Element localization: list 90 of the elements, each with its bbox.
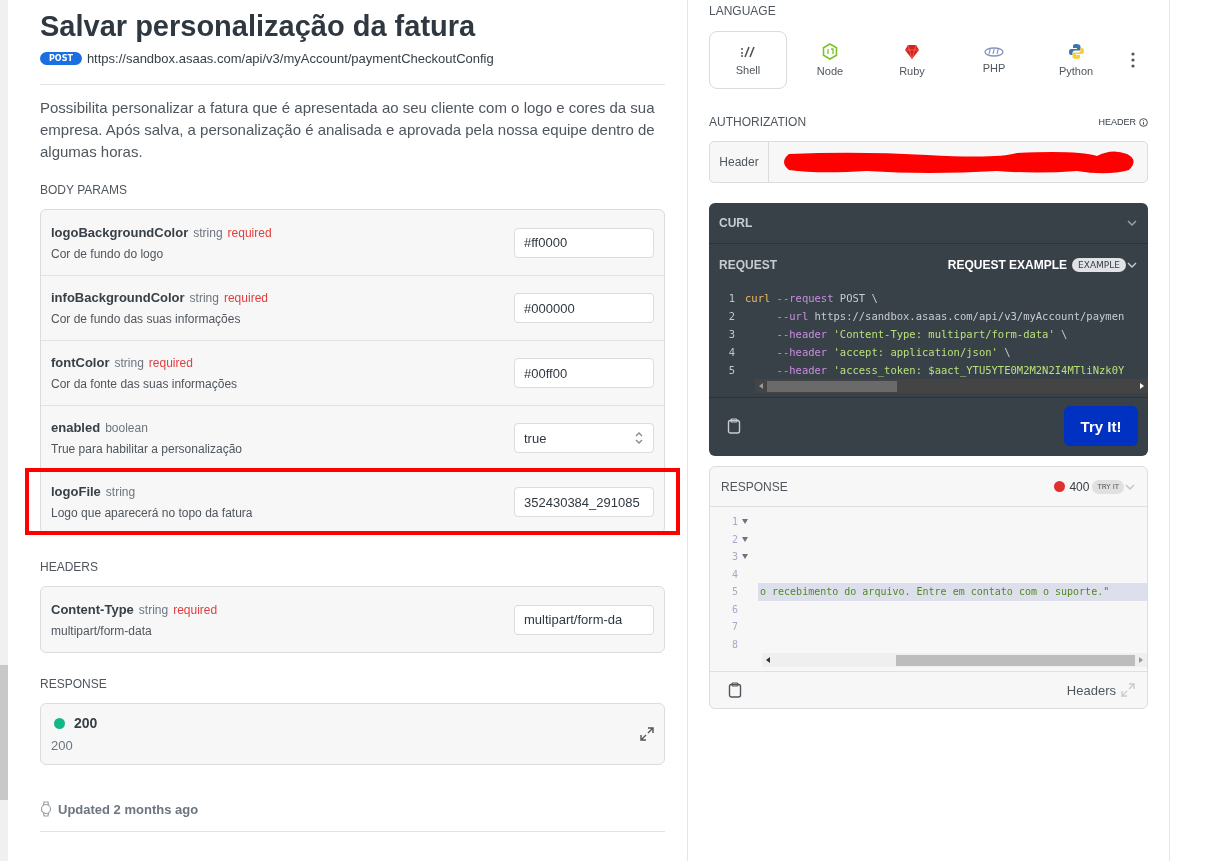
line-number: 1 [730,516,739,528]
param-type: string [193,225,223,240]
line-number: 5 [730,586,739,598]
copy-button[interactable] [728,682,742,698]
param-type: string [114,356,144,370]
line-number: 7 [730,621,739,633]
scrollbar-thumb[interactable] [0,665,8,800]
fold-icon[interactable] [742,519,748,525]
method-badge: POST [40,52,82,65]
status-code: 200 [74,715,98,731]
watch-icon [40,801,52,817]
hexagon-icon [822,43,838,60]
code-line: curl --request POST \ [745,292,878,304]
required-label: required [148,356,193,370]
param-description: Logo que aparecerá no topo da fatura [51,506,253,520]
gem-icon [904,43,920,60]
language-tab[interactable]: Shell [709,31,787,89]
param-name: fontColor [51,355,110,370]
slashes-icon [739,44,757,59]
try-it-button[interactable]: Try It! [1064,406,1138,446]
section-heading: RESPONSE [40,677,108,691]
line-number: 3 [727,328,736,340]
line-number: 3 [730,551,739,563]
expand-icon [640,727,654,741]
select-field[interactable]: true [514,423,654,453]
input-field[interactable]: #ff0000 [514,227,654,258]
section-heading: LANGUAGE [709,4,777,18]
updated-text: Updated 2 months ago [58,801,199,817]
php-icon [984,46,1004,57]
clipboard-icon [728,682,742,698]
param-type: boolean [105,421,148,435]
status-description: 200 [51,738,74,753]
code-line: o recebimento do arquivo. Entre em contato com o suporte." [760,586,1110,598]
param-description: True para habilitar a personalização [51,442,242,456]
section-heading: AUTHORIZATION [709,115,807,129]
panel-title: CURL [719,216,753,230]
required-label: required [227,225,272,240]
code-line: --header 'accept: application/json' \ [775,346,1011,358]
headers-button[interactable]: Headers [1066,682,1135,698]
info-icon [1139,117,1148,127]
expand-icon [1121,683,1135,697]
param-type: string [105,485,136,499]
param-type: string [138,602,169,617]
param-name: logoFile [51,484,101,499]
line-number: 1 [727,292,736,304]
horizontal-scrollbar[interactable] [762,653,1147,667]
line-number: 2 [727,310,736,322]
section-heading: HEADERS [40,560,99,574]
horizontal-scrollbar[interactable] [755,379,1148,393]
input-field[interactable]: multipart/form-da [514,604,654,635]
input-field[interactable]: #000000 [514,293,654,323]
input-field[interactable]: #00ff00 [514,358,654,388]
status-code: 400 [1069,479,1090,494]
clipboard-icon [727,418,741,434]
panel-label: REQUEST [719,257,777,272]
input-field[interactable]: 352430384_291085 [514,487,654,517]
response-card[interactable]: 200 200 [40,703,665,765]
panel-title: RESPONSE [721,479,788,494]
example-title: REQUEST EXAMPLE [947,257,1068,272]
line-number: 2 [730,533,739,545]
auth-type: HEADER [1098,117,1148,127]
section-heading: BODY PARAMS [40,183,128,197]
param-name: enabled [51,420,101,435]
param-type: string [189,291,219,305]
example-badge: EXAMPLE [1072,257,1126,272]
param-name: infoBackgroundColor [51,290,185,305]
description: Possibilita personalizar a fatura que é apresentada ao seu cliente com o logo e cores da sua empresa. Após salva, a personalização é analisada e aprovada pela nossa equipe dentro de algumas horas. [40,98,656,162]
required-label: required [223,291,268,305]
header-field[interactable]: Header [709,141,1148,183]
param-description: multipart/form-data [51,623,153,638]
param-description: Cor da fonte das suas informações [51,377,238,391]
fold-icon[interactable] [742,536,748,542]
snake-icon [1067,43,1085,60]
code-line: --url https://sandbox.asaas.com/api/v3/myAccount/paymen [775,310,1125,322]
param-name: Content-Type [51,601,134,617]
code-line: --header 'access_token: $aact_YTU5YTE0M2M2N2I4MTliNzk0Y [775,364,1125,376]
param-description: Cor de fundo do logo [51,246,165,261]
param-name: logoBackgroundColor [51,224,189,240]
line-number: 6 [730,603,739,615]
required-label: required [173,602,218,617]
fold-icon[interactable] [742,554,748,560]
endpoint-url: https://sandbox.asaas.com/api/v3/myAccount/paymentCheckoutConfig [86,51,494,66]
code-line: --header 'Content-Type: multipart/form-data' \ [775,328,1068,340]
line-number: 8 [730,638,739,650]
line-number: 4 [727,346,736,358]
page-title: Salvar personalização da fatura [40,10,477,43]
line-number: 4 [730,568,739,580]
updown-icon [634,431,644,445]
param-description: Cor de fundo das suas informações [51,312,242,326]
line-number: 5 [727,364,736,376]
